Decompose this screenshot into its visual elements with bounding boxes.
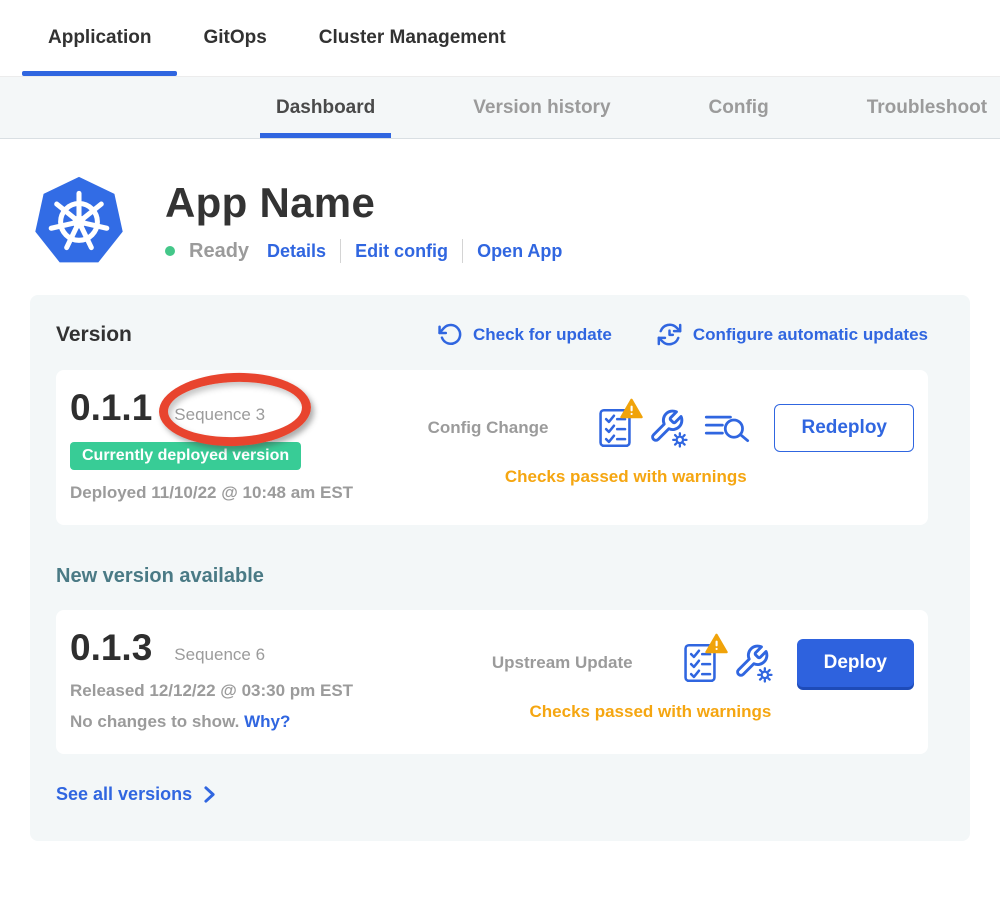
app-status-row: Ready Details Edit config Open App <box>165 239 562 263</box>
divider <box>340 239 341 263</box>
app-title: App Name <box>165 179 562 227</box>
top-tab-label: Cluster Management <box>319 27 506 49</box>
edit-config-link[interactable]: Edit config <box>355 241 448 262</box>
current-source-label: Config Change <box>428 418 549 438</box>
top-tab-label: GitOps <box>203 27 266 49</box>
current-checks-status: Checks passed with warnings <box>428 467 914 487</box>
deployed-timestamp: Deployed 11/10/22 @ 10:48 am EST <box>70 483 353 503</box>
sub-tab-version-history[interactable]: Version history <box>457 77 626 138</box>
sub-tab-label: Config <box>709 97 769 119</box>
currently-deployed-badge: Currently deployed version <box>70 442 301 470</box>
refresh-icon <box>438 322 463 347</box>
sub-tab-dashboard[interactable]: Dashboard <box>260 77 391 138</box>
current-sequence-label: Sequence 3 <box>174 405 265 425</box>
check-for-update-label: Check for update <box>473 325 612 345</box>
current-version-actions: Config Change <box>428 404 914 487</box>
current-version-actions-row: Config Change <box>428 404 914 452</box>
available-source-label: Upstream Update <box>492 653 633 673</box>
view-files-icon[interactable] <box>704 410 750 446</box>
available-version-info: 0.1.3 Sequence 6 Released 12/12/22 @ 03:… <box>70 628 353 733</box>
top-nav: Application GitOps Cluster Management <box>0 0 1000 77</box>
status-dot-icon <box>165 246 175 256</box>
current-version-number: 0.1.1 <box>70 388 152 429</box>
check-for-update-link[interactable]: Check for update <box>438 322 612 347</box>
available-version-actions-row: Upstream Update <box>492 639 914 687</box>
kubernetes-logo-icon <box>33 175 125 267</box>
current-version-icons <box>598 408 750 448</box>
version-heading: Version <box>56 323 132 347</box>
version-panel-actions: Check for update Configure automatic upd… <box>438 321 928 348</box>
available-checks-status: Checks passed with warnings <box>492 702 914 722</box>
version-panel-header: Version Check for update <box>56 321 928 348</box>
sub-nav: Dashboard Version history Config Trouble… <box>0 77 1000 139</box>
available-version-card: 0.1.3 Sequence 6 Released 12/12/22 @ 03:… <box>56 610 928 755</box>
top-tab-label: Application <box>48 27 151 49</box>
lines-magnifier-icon <box>704 410 750 446</box>
warning-triangle-icon <box>620 398 643 419</box>
current-version-info: 0.1.1 Sequence 3 Currently deployed vers… <box>70 388 353 503</box>
sub-tab-label: Dashboard <box>276 97 375 119</box>
top-tab-cluster-management[interactable]: Cluster Management <box>293 0 532 76</box>
schedule-refresh-icon <box>656 321 683 348</box>
app-header-text: App Name Ready Details Edit config Open … <box>165 175 562 263</box>
available-version-actions: Upstream Update <box>492 639 914 722</box>
see-all-versions-label: See all versions <box>56 784 192 805</box>
available-version-icons <box>683 643 773 683</box>
no-changes-label: No changes to show. <box>70 712 239 731</box>
divider <box>462 239 463 263</box>
no-changes-text: No changes to show. Why? <box>70 712 353 732</box>
open-app-link[interactable]: Open App <box>477 241 562 262</box>
deploy-button[interactable]: Deploy <box>797 639 914 687</box>
why-link[interactable]: Why? <box>244 712 290 731</box>
sub-tab-label: Troubleshoot <box>867 97 987 119</box>
configure-automatic-updates-link[interactable]: Configure automatic updates <box>656 321 928 348</box>
see-all-versions-link[interactable]: See all versions <box>56 784 928 805</box>
config-wrench-icon[interactable] <box>733 643 773 683</box>
configure-automatic-updates-label: Configure automatic updates <box>693 325 928 345</box>
warning-triangle-icon <box>705 633 728 654</box>
sub-tab-label: Version history <box>473 97 610 119</box>
top-tab-application[interactable]: Application <box>22 0 177 76</box>
preflight-checks-icon[interactable] <box>598 408 632 448</box>
new-version-heading: New version available <box>56 565 928 588</box>
preflight-checks-icon[interactable] <box>683 643 717 683</box>
page: Application GitOps Cluster Management Da… <box>0 0 1000 898</box>
released-timestamp: Released 12/12/22 @ 03:30 pm EST <box>70 681 353 701</box>
available-version-number: 0.1.3 <box>70 628 152 669</box>
details-link[interactable]: Details <box>267 241 326 262</box>
wrench-gear-icon <box>733 643 773 683</box>
available-version-row: 0.1.3 Sequence 6 <box>70 628 353 669</box>
redeploy-button[interactable]: Redeploy <box>774 404 914 452</box>
config-wrench-icon[interactable] <box>648 408 688 448</box>
sub-tab-config[interactable]: Config <box>693 77 785 138</box>
current-version-card: 0.1.1 Sequence 3 Currently deployed vers… <box>56 370 928 525</box>
chevron-right-icon <box>202 786 217 803</box>
version-panel: Version Check for update <box>30 295 970 841</box>
current-version-row: 0.1.1 Sequence 3 <box>70 388 353 429</box>
wrench-gear-icon <box>648 408 688 448</box>
status-text: Ready <box>189 240 249 263</box>
top-tab-gitops[interactable]: GitOps <box>177 0 292 76</box>
available-sequence-label: Sequence 6 <box>174 645 265 665</box>
app-header: App Name Ready Details Edit config Open … <box>33 175 1000 267</box>
sub-tab-troubleshoot[interactable]: Troubleshoot <box>851 77 1000 138</box>
